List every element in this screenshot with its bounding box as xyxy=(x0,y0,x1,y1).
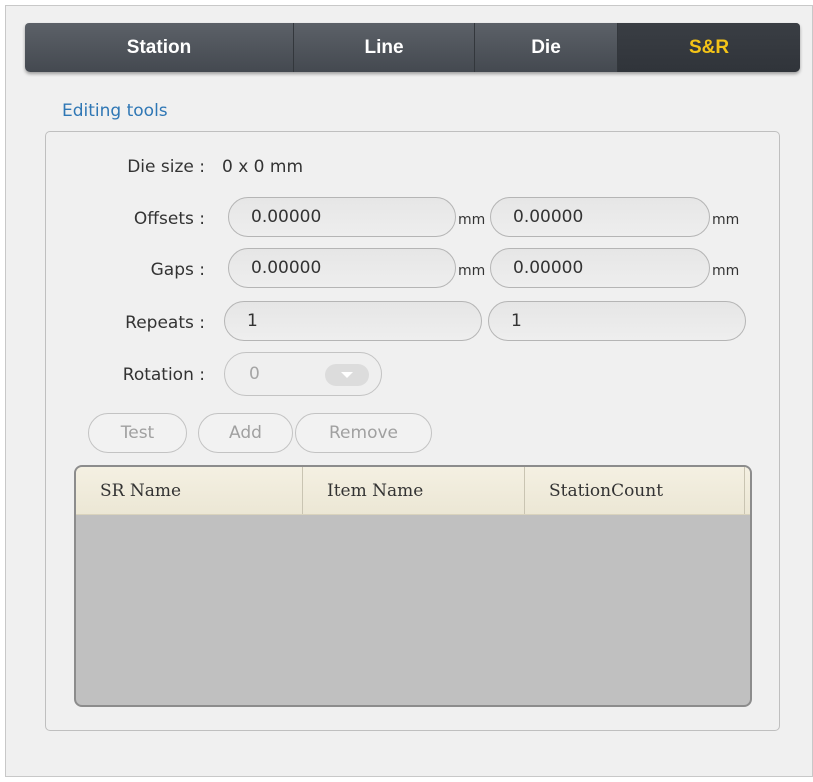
rotation-label: Rotation : xyxy=(122,365,205,385)
gap-x-input[interactable]: 0.00000 xyxy=(228,248,456,288)
tab-bar: Station Line Die S&R xyxy=(25,23,800,72)
sr-table[interactable]: SR Name Item Name StationCount xyxy=(74,465,752,707)
test-button[interactable]: Test xyxy=(88,413,187,453)
tab-station[interactable]: Station xyxy=(25,23,294,72)
rotation-value: 0 xyxy=(249,364,260,384)
offset-y-input[interactable]: 0.00000 xyxy=(490,197,710,237)
gaps-label: Gaps : xyxy=(150,260,205,280)
gap-y-unit: mm xyxy=(712,263,740,279)
tab-die[interactable]: Die xyxy=(475,23,618,72)
column-header-item-name[interactable]: Item Name xyxy=(303,467,525,514)
repeats-label: Repeats : xyxy=(125,313,205,333)
rotation-select[interactable]: 0 xyxy=(224,352,382,396)
offset-x-unit: mm xyxy=(458,212,486,228)
repeat-y-input[interactable]: 1 xyxy=(488,301,746,341)
table-header: SR Name Item Name StationCount xyxy=(76,467,750,515)
column-header-station-count[interactable]: StationCount xyxy=(525,467,745,514)
column-header-sr-name[interactable]: SR Name xyxy=(76,467,303,514)
tab-sr[interactable]: S&R xyxy=(618,23,800,72)
gap-y-input[interactable]: 0.00000 xyxy=(490,248,710,288)
editing-tools-title: Editing tools xyxy=(62,101,168,121)
chevron-down-icon[interactable] xyxy=(325,364,369,386)
offset-y-unit: mm xyxy=(712,212,740,228)
repeat-x-input[interactable]: 1 xyxy=(224,301,482,341)
offsets-label: Offsets : xyxy=(133,209,205,229)
remove-button[interactable]: Remove xyxy=(295,413,432,453)
die-size-label: Die size : xyxy=(127,157,205,177)
tab-line[interactable]: Line xyxy=(294,23,475,72)
offset-x-input[interactable]: 0.00000 xyxy=(228,197,456,237)
gap-x-unit: mm xyxy=(458,263,486,279)
add-button[interactable]: Add xyxy=(198,413,293,453)
die-size-value: 0 x 0 mm xyxy=(222,157,304,177)
